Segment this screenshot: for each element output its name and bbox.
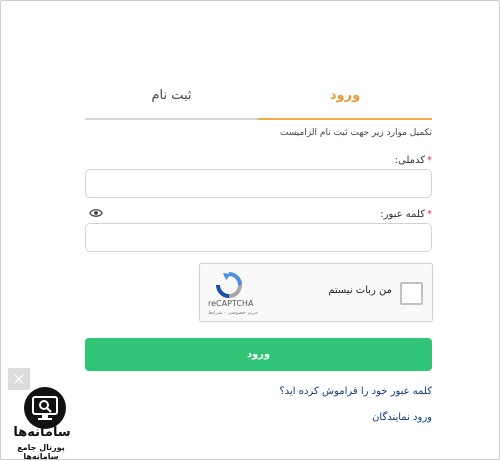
site-logo: سامانه‌ها پورتال جامع سامانه‌ها xyxy=(2,385,78,461)
password-label-text: کلمه عبور: xyxy=(380,209,425,220)
tab-login-underline xyxy=(258,118,432,120)
forgot-password-link[interactable]: کلمه عبور خود را فراموش کرده اید؟ xyxy=(279,386,432,397)
tab-login[interactable]: ورود xyxy=(258,78,432,118)
form-instruction: تکمیل موارد زیر جهت ثبت نام الزامیست xyxy=(279,128,432,138)
recaptcha-label: من ربات نیستم xyxy=(328,285,392,296)
tab-register[interactable]: ثبت نام xyxy=(85,78,258,118)
recaptcha-brand: reCAPTCHA xyxy=(208,299,254,308)
login-button[interactable]: ورود xyxy=(85,338,432,371)
recaptcha-logo-icon xyxy=(216,272,242,298)
required-mark: * xyxy=(427,209,432,220)
username-label-text: کدملی: xyxy=(394,155,425,166)
logo-subtitle: پورتال جامع سامانه‌ها xyxy=(17,443,65,461)
username-field[interactable] xyxy=(85,169,432,198)
logo-badge xyxy=(24,387,66,429)
monitor-search-icon xyxy=(32,396,58,420)
password-field[interactable] xyxy=(85,223,432,252)
agent-login-link[interactable]: ورود نمایندگان xyxy=(372,412,432,423)
required-mark: * xyxy=(427,155,432,166)
tab-bar: ثبت نام ورود xyxy=(85,78,432,120)
logo-name: سامانه‌ها xyxy=(13,425,71,440)
recaptcha-widget: من ربات نیستم reCAPTCHA حریم خصوصی - شرا… xyxy=(199,263,433,322)
recaptcha-terms-link[interactable]: حریم خصوصی - شرایط xyxy=(208,310,258,316)
recaptcha-checkbox[interactable] xyxy=(400,282,423,305)
show-password-icon[interactable] xyxy=(89,208,103,218)
password-label: *کلمه عبور: xyxy=(380,209,432,220)
username-label: *کدملی: xyxy=(395,155,432,166)
